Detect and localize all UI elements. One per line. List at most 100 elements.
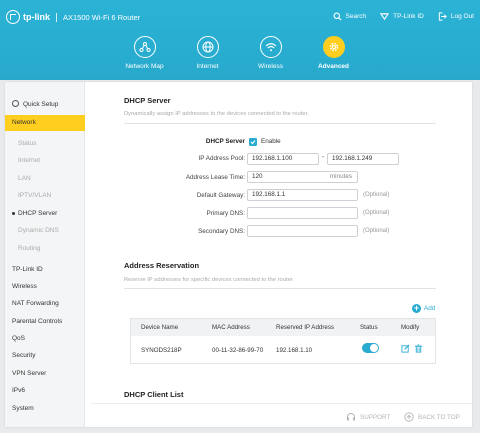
- main-panel: Quick Setup Network Status Internet LAN …: [5, 82, 472, 427]
- arrow-up-circle-icon: [404, 412, 414, 422]
- add-reservation-button[interactable]: + Add: [412, 304, 435, 313]
- lease-time-unit: minutes: [329, 173, 352, 180]
- tab-internet[interactable]: Internet: [176, 36, 239, 70]
- checkmark-icon: [250, 140, 256, 145]
- address-reservation-title: Address Reservation: [124, 261, 200, 270]
- sidebar-item-label: Network: [12, 119, 36, 126]
- sidebar-item-internet[interactable]: Internet: [5, 153, 85, 169]
- sidebar-item-dynamic-dns[interactable]: Dynamic DNS: [5, 223, 85, 239]
- sidebar-item-system[interactable]: System: [5, 401, 85, 417]
- dhcp-server-title: DHCP Server: [124, 96, 171, 105]
- logo-divider: [56, 12, 57, 22]
- dhcp-client-list-title: DHCP Client List: [124, 390, 184, 399]
- search-icon: [333, 12, 342, 21]
- tab-advanced[interactable]: Advanced: [302, 36, 365, 70]
- ip-pool-separator: -: [322, 154, 325, 161]
- tab-network-map-label: Network Map: [125, 63, 164, 70]
- ip-pool-label: IP Address Pool:: [198, 155, 245, 162]
- column-header-status: Status: [360, 324, 378, 331]
- logout-link[interactable]: Log Out: [438, 12, 474, 21]
- top-links: Search TP-Link ID Log Out: [333, 12, 474, 21]
- edit-icon[interactable]: [401, 344, 410, 353]
- sidebar-item-label: VPN Server: [12, 370, 47, 377]
- sidebar-item-routing[interactable]: Routing: [5, 241, 85, 257]
- secondary-dns-input[interactable]: [247, 225, 358, 237]
- secondary-dns-optional-note: (Optional): [363, 228, 390, 234]
- add-reservation-label: Add: [424, 305, 436, 312]
- default-gateway-label: Default Gateway:: [196, 192, 245, 199]
- tab-advanced-label: Advanced: [317, 63, 350, 70]
- address-reservation-description: Reserve IP addresses for specific device…: [124, 277, 295, 283]
- tplink-logo-icon: [6, 10, 20, 24]
- sidebar-item-label: Status: [18, 140, 37, 147]
- sidebar-item-dhcp-server[interactable]: DHCP Server: [5, 206, 85, 222]
- sidebar-item-label: Wireless: [12, 283, 37, 290]
- tplink-id-icon: [380, 12, 390, 21]
- main-nav-tabs: Network Map Internet Wireless Advanced: [113, 36, 365, 70]
- sidebar-item-label: Security: [12, 352, 36, 359]
- sidebar-item-label: NAT Forwarding: [12, 300, 59, 307]
- tplink-logo[interactable]: tp-link AX1500 Wi-Fi 6 Router: [6, 10, 140, 24]
- page-footer: SUPPORT BACK TO TOP: [91, 403, 472, 427]
- primary-dns-optional-note: (Optional): [363, 210, 390, 216]
- sidebar-item-label: QoS: [12, 335, 26, 342]
- logout-icon: [438, 12, 447, 21]
- ip-pool-end-input[interactable]: 192.168.1.249: [327, 153, 399, 165]
- sidebar-item-label: Routing: [18, 245, 41, 252]
- tab-wireless-label: Wireless: [258, 63, 283, 70]
- lease-time-label: Address Lease Time:: [185, 174, 245, 181]
- tab-wireless[interactable]: Wireless: [239, 36, 302, 70]
- logo-text: tp-link: [23, 12, 50, 22]
- sidebar: Quick Setup Network Status Internet LAN …: [5, 82, 85, 427]
- back-to-top-link[interactable]: BACK TO TOP: [404, 412, 460, 422]
- sidebar-item-label: LAN: [18, 175, 31, 182]
- tplink-id-link[interactable]: TP-Link ID: [380, 12, 424, 21]
- sidebar-item-vpn-server[interactable]: VPN Server: [5, 366, 85, 382]
- product-name: AX1500 Wi-Fi 6 Router: [63, 12, 141, 22]
- sidebar-item-lan[interactable]: LAN: [5, 171, 85, 187]
- sidebar-item-label: Internet: [18, 157, 41, 164]
- dhcp-enable-checkbox[interactable]: [249, 138, 257, 146]
- section-divider: [124, 288, 436, 289]
- headset-icon: [347, 413, 355, 421]
- primary-dns-label: Primary DNS:: [206, 210, 245, 217]
- dhcp-enable-label: DHCP Server: [205, 138, 245, 145]
- primary-dns-input[interactable]: [247, 207, 358, 219]
- sidebar-item-nat-forwarding[interactable]: NAT Forwarding: [5, 296, 85, 312]
- gear-icon: [322, 36, 345, 58]
- sidebar-item-status[interactable]: Status: [5, 136, 85, 152]
- sidebar-item-qos[interactable]: QoS: [5, 331, 85, 347]
- support-link[interactable]: SUPPORT: [346, 412, 390, 422]
- sidebar-item-iptv-vlan[interactable]: IPTV/VLAN: [5, 188, 85, 204]
- dhcp-enable-checkbox-label[interactable]: Enable: [261, 138, 281, 145]
- trash-icon[interactable]: [414, 344, 423, 353]
- section-divider: [124, 123, 436, 124]
- cell-device-name: SYNODS218P: [141, 347, 182, 354]
- column-header-device-name: Device Name: [141, 324, 179, 331]
- sidebar-item-security[interactable]: Security: [5, 348, 85, 364]
- sidebar-item-label: Quick Setup: [23, 101, 59, 108]
- plus-icon: +: [412, 303, 421, 313]
- sidebar-item-ipv6[interactable]: IPv6: [5, 383, 85, 399]
- ip-pool-start-input[interactable]: 192.168.1.100: [247, 153, 319, 165]
- network-map-icon: [133, 36, 156, 58]
- globe-icon: [196, 36, 219, 58]
- status-toggle[interactable]: [362, 343, 379, 353]
- search-link-label: Search: [345, 13, 367, 20]
- lease-time-value: 120: [252, 173, 263, 180]
- dhcp-server-description: Dynamically assign IP addresses to the d…: [124, 111, 309, 117]
- sidebar-item-label: IPv6: [12, 387, 26, 394]
- gateway-optional-note: (Optional): [363, 192, 390, 198]
- quick-setup-icon: [12, 100, 19, 107]
- sidebar-item-parental-controls[interactable]: Parental Controls: [5, 314, 85, 330]
- tab-network-map[interactable]: Network Map: [113, 36, 176, 70]
- sidebar-item-tplink-id[interactable]: TP-Link ID: [5, 262, 85, 278]
- sidebar-item-network[interactable]: Network: [5, 115, 85, 131]
- back-to-top-label: BACK TO TOP: [418, 413, 460, 421]
- default-gateway-input[interactable]: 192.168.1.1: [247, 189, 358, 201]
- sidebar-item-wireless[interactable]: Wireless: [5, 279, 85, 295]
- content-area: DHCP Server Dynamically assign IP addres…: [91, 82, 472, 427]
- sidebar-item-quick-setup[interactable]: Quick Setup: [5, 97, 85, 113]
- lease-time-input[interactable]: 120 minutes: [247, 171, 358, 183]
- search-link[interactable]: Search: [333, 12, 367, 21]
